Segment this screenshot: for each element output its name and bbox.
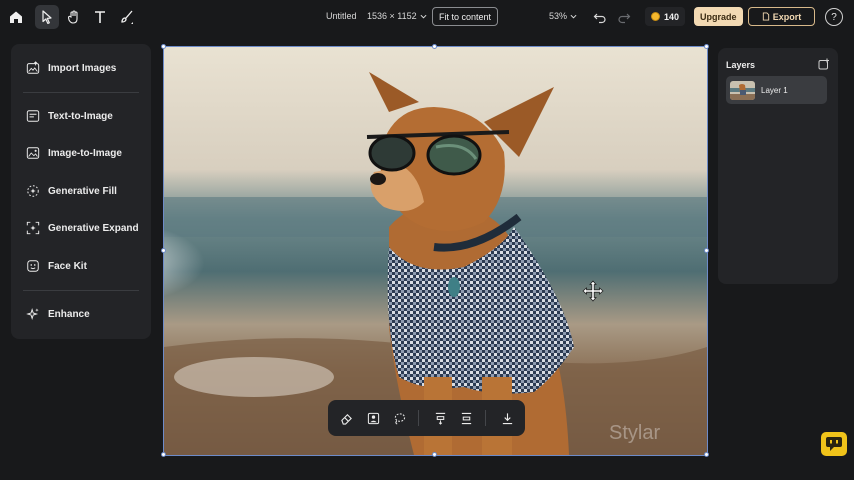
- separator: [418, 410, 419, 426]
- tool-generative-fill[interactable]: Generative Fill: [26, 181, 117, 201]
- generative-fill-icon: [27, 185, 39, 197]
- tool-label: Generative Fill: [48, 185, 117, 197]
- chat-support-button[interactable]: [821, 432, 847, 456]
- tool-label: Text-to-Image: [48, 110, 113, 122]
- export-label: Export: [772, 11, 802, 22]
- tool-label: Import Images: [48, 62, 117, 74]
- zoom-dropdown[interactable]: 53%: [549, 11, 577, 21]
- layer-item[interactable]: Layer 1: [726, 76, 827, 104]
- generative-expand-icon: [26, 221, 40, 235]
- tool-label: Face Kit: [48, 260, 87, 272]
- resize-handle[interactable]: [161, 248, 166, 253]
- resize-handle[interactable]: [161, 44, 166, 49]
- document-title[interactable]: Untitled: [326, 11, 357, 21]
- credits-count: 140: [664, 11, 680, 22]
- chevron-down-icon: [420, 14, 427, 19]
- resize-handle[interactable]: [161, 452, 166, 457]
- tool-import-images[interactable]: Import Images: [26, 58, 116, 78]
- move-cursor-icon: [582, 280, 604, 302]
- credits-badge[interactable]: 140: [645, 7, 686, 26]
- top-bar: Untitled 1536 × 1152 Fit to content 53% …: [0, 0, 854, 34]
- tool-generative-expand[interactable]: Generative Expand: [26, 218, 139, 238]
- zoom-level: 53%: [549, 11, 568, 21]
- chat-bot-icon: [826, 437, 842, 451]
- redo-icon[interactable]: [612, 5, 636, 29]
- layer-thumbnail: [730, 80, 755, 100]
- document-size-dropdown[interactable]: 1536 × 1152: [367, 11, 427, 21]
- align-middle-icon[interactable]: [457, 409, 475, 427]
- home-icon[interactable]: [4, 5, 28, 29]
- image-actions-toolbar: [328, 400, 525, 436]
- enhance-icon: [26, 308, 39, 320]
- remove-background-icon[interactable]: [364, 409, 382, 427]
- ai-tools-panel: Import Images Text-to-Image Image-to-Ima…: [11, 44, 151, 339]
- document-size: 1536 × 1152: [367, 11, 417, 21]
- resize-handle[interactable]: [432, 452, 437, 457]
- text-to-image-icon: [26, 110, 40, 122]
- hand-icon[interactable]: [62, 5, 86, 29]
- tool-label: Image-to-Image: [48, 147, 122, 159]
- layers-panel: Layers Layer 1: [718, 48, 838, 284]
- resize-handle[interactable]: [432, 44, 437, 49]
- coin-icon: [651, 12, 660, 21]
- lasso-select-icon[interactable]: [390, 409, 408, 427]
- import-images-icon: [26, 61, 40, 74]
- select-arrow-icon[interactable]: [35, 5, 59, 29]
- tool-text-to-image[interactable]: Text-to-Image: [26, 106, 113, 126]
- layers-title: Layers: [726, 60, 756, 70]
- download-icon[interactable]: [498, 409, 516, 427]
- face-kit-icon: [27, 260, 39, 272]
- align-top-icon[interactable]: [431, 409, 449, 427]
- upgrade-button[interactable]: Upgrade: [694, 7, 743, 26]
- tool-image-to-image[interactable]: Image-to-Image: [26, 143, 122, 163]
- text-icon[interactable]: [88, 5, 112, 29]
- chevron-down-icon: [570, 14, 577, 19]
- dog-with-sunglasses-beach-image: Stylar: [164, 47, 707, 455]
- fit-to-content-button[interactable]: Fit to content: [432, 7, 499, 26]
- layer-name: Layer 1: [761, 85, 788, 95]
- file-icon: [762, 12, 769, 21]
- resize-handle[interactable]: [704, 248, 709, 253]
- separator: [485, 410, 486, 426]
- add-layer-icon[interactable]: [818, 58, 830, 70]
- tool-face-kit[interactable]: Face Kit: [26, 256, 87, 276]
- tool-label: Enhance: [48, 308, 90, 320]
- watermark: Stylar: [609, 422, 660, 444]
- resize-handle[interactable]: [704, 44, 709, 49]
- brush-icon[interactable]: [115, 5, 139, 29]
- tool-enhance[interactable]: Enhance: [26, 304, 90, 324]
- eraser-icon[interactable]: [337, 409, 355, 427]
- resize-handle[interactable]: [704, 452, 709, 457]
- divider: [23, 92, 139, 93]
- help-button[interactable]: ?: [825, 8, 843, 26]
- tool-label: Generative Expand: [48, 222, 139, 234]
- canvas-image[interactable]: Stylar: [164, 47, 707, 455]
- image-to-image-icon: [26, 147, 40, 159]
- export-button[interactable]: Export: [748, 7, 815, 26]
- undo-icon[interactable]: [588, 5, 612, 29]
- divider: [23, 290, 139, 291]
